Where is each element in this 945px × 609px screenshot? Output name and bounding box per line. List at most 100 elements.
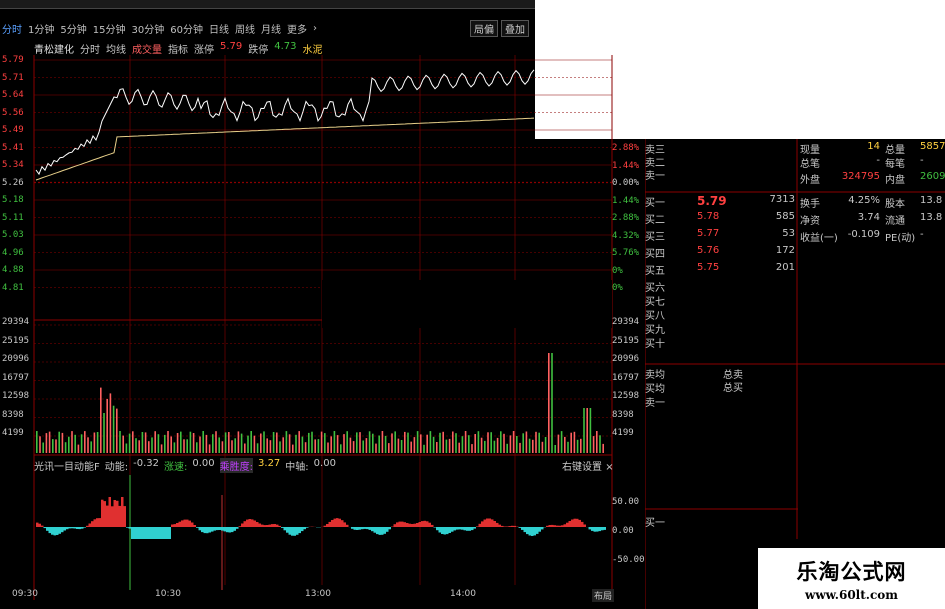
oscillator-bar xyxy=(159,527,162,539)
oscillator-bar xyxy=(411,524,414,527)
chevron-right-icon[interactable]: › xyxy=(313,23,317,34)
oscillator-bar xyxy=(379,527,382,535)
volume-bar xyxy=(87,437,89,453)
label-volume[interactable]: 成交量 xyxy=(132,41,162,56)
label-indicator[interactable]: 指标 xyxy=(168,41,188,56)
volume-bar xyxy=(410,442,412,453)
volume-bar xyxy=(129,434,131,453)
volume-bar xyxy=(119,431,121,453)
oscillator-bar xyxy=(514,526,517,527)
oscillator-bar xyxy=(46,527,49,531)
volume-bar xyxy=(161,444,163,453)
bid-row[interactable]: 买四 5.76 172 xyxy=(645,245,797,258)
tab-1min[interactable]: 1分钟 xyxy=(28,21,54,36)
settings-label[interactable]: 右键设置 xyxy=(562,462,602,473)
indicator-name[interactable]: 光讯一目动能F xyxy=(34,458,100,473)
oscillator-bar xyxy=(546,526,549,527)
volume-bar xyxy=(321,432,323,453)
volume-bar xyxy=(551,353,553,453)
volume-bar xyxy=(529,439,531,453)
tab-monthly[interactable]: 月线 xyxy=(261,21,281,36)
oscillator-bar xyxy=(476,526,479,527)
oscillator-bar xyxy=(521,527,524,530)
local-button[interactable]: 局偏 xyxy=(470,20,498,37)
tab-daily[interactable]: 日线 xyxy=(209,21,229,36)
tab-15min[interactable]: 15分钟 xyxy=(93,21,126,36)
oscillator-bar xyxy=(151,527,154,539)
oscillator-bar xyxy=(416,523,419,527)
stat-label-2: 总量 xyxy=(885,141,905,156)
volume-bar xyxy=(257,443,259,453)
tab-60min[interactable]: 60分钟 xyxy=(170,21,203,36)
volume-bar xyxy=(407,433,409,453)
oscillator-bar xyxy=(334,519,337,527)
oscillator-bar xyxy=(601,527,604,530)
tab-timeshare[interactable]: 分时 xyxy=(2,21,22,36)
bid-label: 买一 xyxy=(645,198,665,209)
oscillator-bar xyxy=(76,527,79,529)
oscillator-bar xyxy=(189,521,192,527)
bid-row[interactable]: 买一 5.79 7313 xyxy=(645,194,797,207)
oscillator-bar xyxy=(171,525,174,528)
bid-row[interactable]: 买二 5.78 585 xyxy=(645,211,797,224)
oscillator-bar xyxy=(364,527,367,529)
label-avg[interactable]: 均线 xyxy=(106,41,126,56)
oscillator-bar xyxy=(274,524,277,527)
tab-5min[interactable]: 5分钟 xyxy=(60,21,86,36)
volume-tick: 12598 xyxy=(2,391,29,401)
tab-30min[interactable]: 30分钟 xyxy=(131,21,164,36)
bid-row[interactable]: 买五 5.75 201 xyxy=(645,262,797,275)
percent-tick: 2.88% xyxy=(612,143,639,153)
bid-row[interactable]: 买三 5.77 53 xyxy=(645,228,797,241)
layout-button[interactable]: 布局 xyxy=(592,589,614,602)
volume-bar xyxy=(206,435,208,453)
oscillator-bar xyxy=(199,527,202,530)
oscillator-bar xyxy=(594,527,597,532)
quote-panel: 卖三 卖二 卖一 现量 14 总量 5857 总笔 - 每笔 - 外盘 3247… xyxy=(645,139,945,609)
volume-bar xyxy=(46,433,48,453)
volume-bar xyxy=(593,436,595,453)
oscillator-bar xyxy=(396,522,399,527)
volume-bar xyxy=(279,441,281,453)
bid-volume: 7313 xyxy=(745,194,795,205)
oscillator-bar xyxy=(89,524,92,528)
oscillator-bar xyxy=(426,521,429,527)
indicator-settings[interactable]: 右键设置 × xyxy=(562,458,614,473)
volume-bar xyxy=(164,435,166,453)
volume-bar xyxy=(295,435,297,453)
sector-name[interactable]: 水泥 xyxy=(303,41,323,56)
volume-bar xyxy=(135,438,137,453)
close-icon[interactable]: × xyxy=(605,462,613,473)
oscillator-bar xyxy=(239,526,242,527)
oscillator-bar xyxy=(81,527,84,529)
volume-bar xyxy=(142,432,144,453)
watermark-title: 乐淘公式网 xyxy=(758,556,945,586)
volume-bar xyxy=(455,433,457,453)
tab-weekly[interactable]: 周线 xyxy=(235,21,255,36)
price-tick: 4.81 xyxy=(2,283,24,293)
oscillator-bar xyxy=(154,527,157,539)
oscillator-bar xyxy=(174,524,177,527)
oscillator-bar xyxy=(164,527,167,539)
volume-bar xyxy=(145,432,147,453)
oscillator-bar xyxy=(369,527,372,530)
volume-bar xyxy=(494,441,496,453)
oscillator-bar xyxy=(79,527,82,529)
label-timeshare[interactable]: 分时 xyxy=(80,41,100,56)
bid-label: 买四 xyxy=(645,249,665,260)
volume-bar xyxy=(404,432,406,453)
oscillator-bar xyxy=(169,527,172,539)
oscillator-bar xyxy=(409,524,412,527)
oscillator-bar xyxy=(249,519,252,527)
volume-bar xyxy=(254,436,256,453)
oscillator-bar xyxy=(406,523,409,527)
volume-bar xyxy=(103,413,105,453)
volume-bar xyxy=(148,441,150,453)
oscillator-bar xyxy=(569,521,572,527)
win-label: 乘胜度: xyxy=(220,458,253,473)
chart-buttons: 局偏 叠加 xyxy=(470,20,529,37)
overlay-button[interactable]: 叠加 xyxy=(501,20,529,37)
volume-bar xyxy=(567,442,569,453)
tab-more[interactable]: 更多 xyxy=(287,21,307,36)
volume-bar xyxy=(193,433,195,453)
